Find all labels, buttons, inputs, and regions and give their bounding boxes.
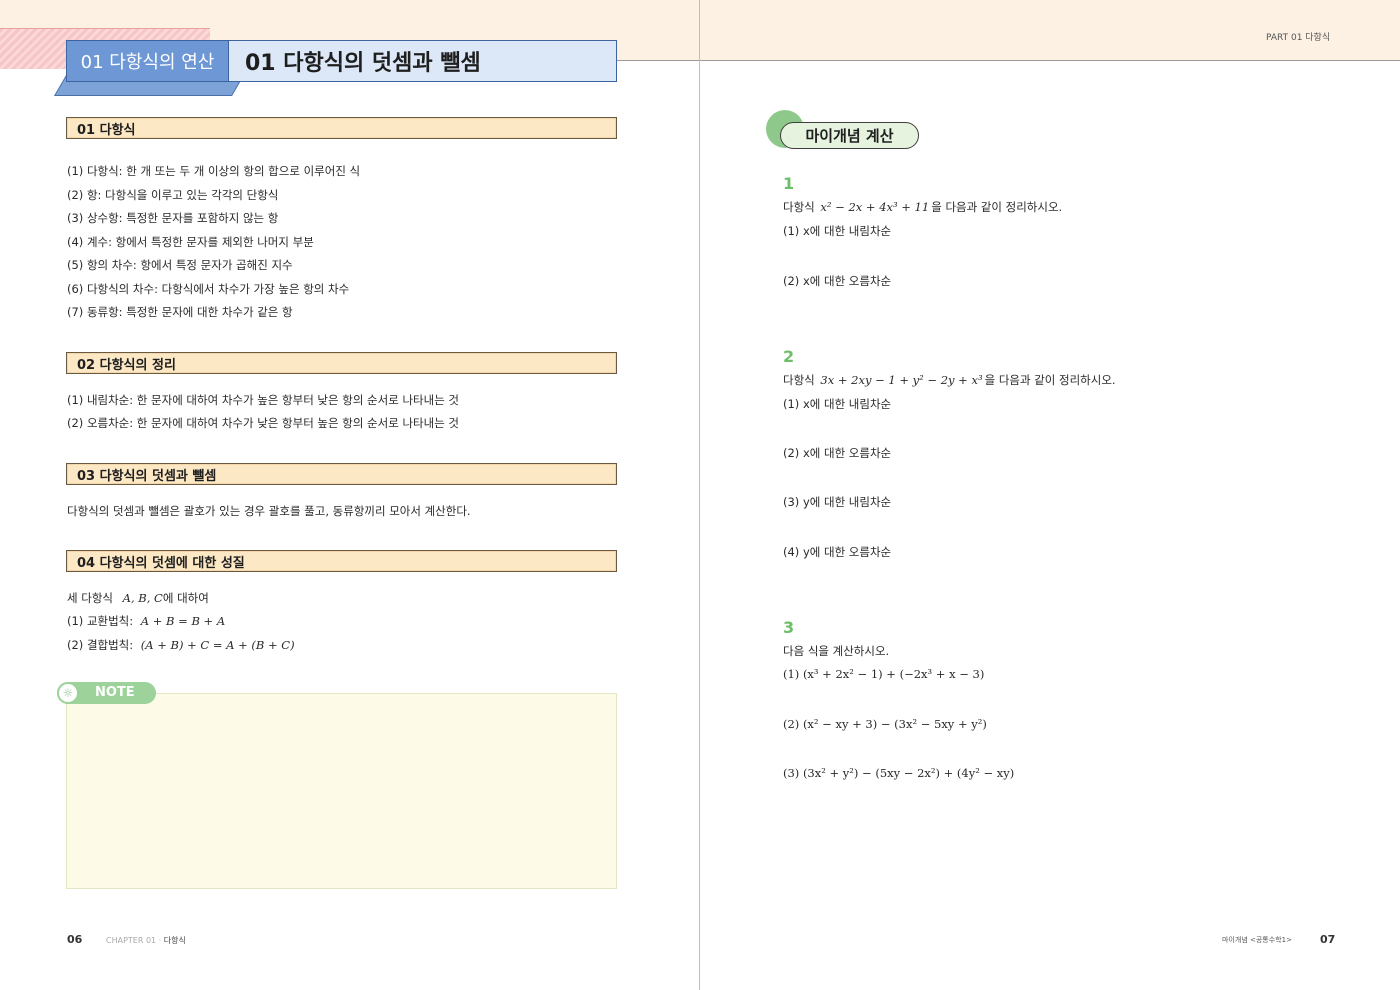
line-text: 에 대하여: [162, 591, 209, 605]
section-heading: 02 다항식의 정리: [66, 352, 617, 374]
math-expression: A + B = B + A: [140, 614, 226, 628]
page-title: 01 다항식의 덧셈과 뺄셈: [229, 40, 617, 82]
page-number: 07: [1320, 933, 1336, 946]
definition-line: (1) 내림차순: 한 문자에 대하여 차수가 높은 항부터 낮은 항의 순서로…: [67, 393, 460, 407]
concept-label: 마이개념 계산: [780, 122, 919, 149]
line-text: 세 다항식: [67, 591, 113, 605]
math-expression: 3x + 2xy − 1 + y² − 2y + x³: [820, 373, 983, 387]
problem-item: (2) x에 대한 오름차순: [783, 446, 892, 460]
math-expression: (A + B) + C = A + (B + C): [140, 638, 295, 652]
problem-item: (4) y에 대한 오름차순: [783, 545, 892, 559]
problem-item: (1) x에 대한 내림차순: [783, 224, 892, 238]
chapter-tab: 01 다항식의 연산: [66, 40, 229, 82]
definition-line: (3) 상수항: 특정한 문자를 포함하지 않는 항: [67, 211, 279, 225]
section-heading: 01 다항식: [66, 117, 617, 139]
note-label: ☼ NOTE: [57, 682, 156, 704]
section-heading: 04 다항식의 덧셈에 대한 성질: [66, 550, 617, 572]
definition-line: (2) 항: 다항식을 이루고 있는 각각의 단항식: [67, 188, 279, 202]
definition-line: (5) 항의 차수: 항에서 특정 문자가 곱해진 지수: [67, 258, 293, 272]
left-page: 01 다항식의 연산 01 다항식의 덧셈과 뺄셈 01 다항식 (1) 다항식…: [0, 0, 699, 990]
definition-line: (2) 결합법칙: (A + B) + C = A + (B + C): [67, 637, 295, 653]
definition-line: (1) 교환법칙: A + B = B + A: [67, 613, 225, 629]
lightbulb-icon: ☼: [57, 682, 79, 704]
line-text: (1) 교환법칙:: [67, 614, 134, 628]
part-label: PART 01 다항식: [1266, 33, 1331, 43]
definition-line: (1) 다항식: 한 개 또는 두 개 이상의 항의 합으로 이루어진 식: [67, 164, 361, 178]
math-expression: A, B, C: [122, 591, 163, 605]
problem-prompt: 다항식 x² − 2x + 4x³ + 11 을 다음과 같이 정리하시오.: [783, 200, 1063, 214]
problem-item: (1) (x³ + 2x² − 1) + (−2x³ + x − 3): [783, 667, 985, 681]
section-heading: 03 다항식의 덧셈과 뺄셈: [66, 463, 617, 485]
definition-line: (7) 동류항: 특정한 문자에 대한 차수가 같은 항: [67, 305, 293, 319]
definition-line: (4) 계수: 항에서 특정한 문자를 제외한 나머지 부분: [67, 235, 314, 249]
math-expression: x² − 2x + 4x³ + 11: [820, 200, 930, 214]
problem-prompt: 다음 식을 계산하시오.: [783, 644, 890, 658]
footer-book-title: 마이개념 <공통수학1>: [1222, 936, 1292, 944]
footer-chapter: CHAPTER 01 · 다항식: [106, 936, 186, 945]
problem-item: (3) y에 대한 내림차순: [783, 495, 892, 509]
problem-number: 1: [783, 174, 795, 193]
page-spine: [699, 0, 700, 990]
problem-item: (1) x에 대한 내림차순: [783, 397, 892, 411]
problem-item: (2) x에 대한 오름차순: [783, 274, 892, 288]
problem-item: (3) (3x² + y²) − (5xy − 2x²) + (4y² − xy…: [783, 766, 1015, 780]
page-number: 06: [67, 933, 83, 946]
line-text: (2) 결합법칙:: [67, 638, 134, 652]
problem-item: (2) (x² − xy + 3) − (3x² − 5xy + y²): [783, 717, 987, 731]
definition-line: (2) 오름차순: 한 문자에 대하여 차수가 낮은 항부터 높은 항의 순서로…: [67, 416, 460, 430]
problem-number: 3: [783, 618, 795, 637]
definition-line: (6) 다항식의 차수: 다항식에서 차수가 가장 높은 항의 차수: [67, 282, 350, 296]
definition-line: 세 다항식 A, B, C에 대하여: [67, 590, 209, 606]
note-area[interactable]: [66, 693, 617, 889]
definition-line: 다항식의 덧셈과 뺄셈은 괄호가 있는 경우 괄호를 풀고, 동류항끼리 모아서…: [67, 504, 471, 518]
problem-prompt: 다항식 3x + 2xy − 1 + y² − 2y + x³ 을 다음과 같이 …: [783, 373, 1116, 387]
problem-number: 2: [783, 347, 795, 366]
